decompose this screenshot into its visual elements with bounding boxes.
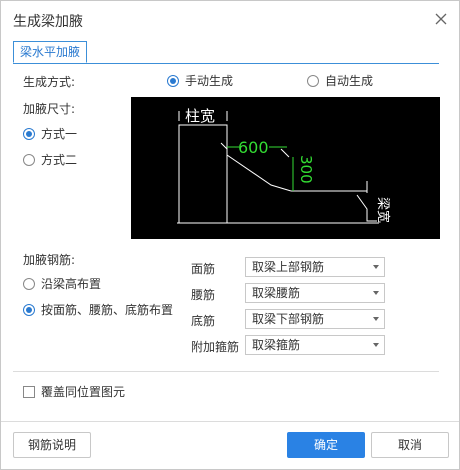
bottom-rebar-label: 底筋 bbox=[191, 314, 216, 328]
face-rebar-select[interactable]: 取梁上部钢筋 bbox=[245, 257, 385, 277]
beam-width-bracket bbox=[356, 194, 377, 222]
ok-button[interactable]: 确定 bbox=[287, 432, 365, 458]
radio-along-beam-height[interactable]: 沿梁高布置 bbox=[23, 275, 101, 292]
overwrite-checkbox[interactable]: 覆盖同位置图元 bbox=[23, 383, 125, 400]
radio-dot bbox=[167, 74, 179, 87]
radio-label: 自动生成 bbox=[325, 74, 374, 88]
checkbox-box bbox=[23, 385, 35, 398]
radio-auto-generate[interactable]: 自动生成 bbox=[307, 72, 373, 89]
radio-dot bbox=[23, 153, 35, 166]
chevron-down-icon bbox=[373, 343, 379, 347]
radio-label: 方式一 bbox=[41, 127, 78, 141]
waist-rebar-select[interactable]: 取梁腰筋 bbox=[245, 283, 385, 303]
dialog-title: 生成梁加腋 bbox=[13, 14, 83, 30]
radio-dot bbox=[23, 127, 35, 140]
rebar-help-button[interactable]: 钢筋说明 bbox=[13, 432, 91, 458]
cancel-button[interactable]: 取消 bbox=[371, 432, 449, 458]
tab-bar: 梁水平加腋 bbox=[13, 41, 439, 64]
footer-divider bbox=[1, 421, 459, 422]
haunch-size-label: 加腋尺寸: bbox=[23, 102, 76, 116]
radio-by-face-waist-bottom[interactable]: 按面筋、腰筋、底筋布置 bbox=[23, 301, 173, 318]
radio-label: 沿梁高布置 bbox=[41, 277, 102, 291]
extra-stirrup-label: 附加箍筋 bbox=[191, 340, 240, 354]
radio-method-one[interactable]: 方式一 bbox=[23, 125, 77, 142]
radio-dot bbox=[23, 277, 35, 290]
radio-label: 方式二 bbox=[41, 153, 78, 167]
radio-manual-generate[interactable]: 手动生成 bbox=[167, 72, 233, 89]
column-width-label: 柱宽 bbox=[185, 107, 215, 125]
length-value-label: 600 bbox=[238, 138, 269, 157]
beam-width-label: 梁宽 bbox=[375, 197, 391, 223]
select-value: 取梁箍筋 bbox=[252, 338, 301, 352]
tab-beam-horizontal-haunch[interactable]: 梁水平加腋 bbox=[13, 41, 88, 63]
select-value: 取梁下部钢筋 bbox=[252, 312, 325, 326]
section-divider bbox=[13, 371, 439, 372]
height-value-label: 300 bbox=[297, 155, 315, 184]
close-icon[interactable] bbox=[429, 7, 453, 31]
radio-label: 按面筋、腰筋、底筋布置 bbox=[41, 303, 174, 317]
radio-dot bbox=[23, 303, 35, 316]
select-value: 取梁上部钢筋 bbox=[252, 260, 325, 274]
waist-rebar-label: 腰筋 bbox=[191, 288, 216, 302]
radio-label: 手动生成 bbox=[185, 74, 234, 88]
chevron-down-icon bbox=[373, 265, 379, 269]
radio-dot bbox=[307, 74, 319, 87]
generation-mode-label: 生成方式: bbox=[23, 75, 76, 89]
bottom-rebar-select[interactable]: 取梁下部钢筋 bbox=[245, 309, 385, 329]
chevron-down-icon bbox=[373, 291, 379, 295]
column-outline bbox=[178, 124, 228, 223]
generate-beam-haunch-dialog: 生成梁加腋 梁水平加腋 生成方式: 手动生成 自动生成 加腋尺寸: 方式一 方式… bbox=[0, 0, 460, 470]
checkbox-label: 覆盖同位置图元 bbox=[41, 385, 126, 399]
rebar-label: 加腋钢筋: bbox=[23, 253, 76, 267]
extra-stirrup-select[interactable]: 取梁箍筋 bbox=[245, 335, 385, 355]
chevron-down-icon bbox=[373, 317, 379, 321]
haunch-diagram: 柱宽 600 300 梁宽 bbox=[131, 97, 440, 239]
select-value: 取梁腰筋 bbox=[252, 286, 301, 300]
radio-method-two[interactable]: 方式二 bbox=[23, 151, 77, 168]
face-rebar-label: 面筋 bbox=[191, 262, 216, 276]
